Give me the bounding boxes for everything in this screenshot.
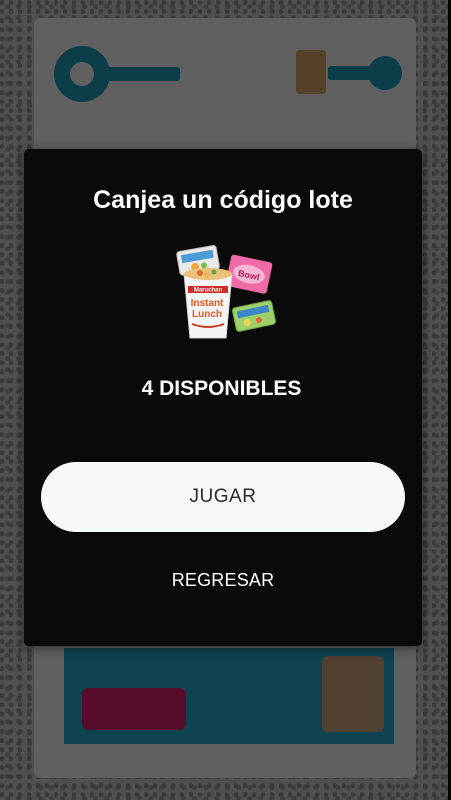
play-button[interactable]: JUGAR [41,462,405,532]
back-button[interactable]: REGRESAR [150,562,296,598]
modal-title: Canjea un código lote [93,186,353,214]
svg-text:Maruchan: Maruchan [194,288,223,294]
available-count: 4 DISPONIBLES [141,377,302,400]
instant-lunch-products-icon: Bowl Maruchan Instant Lunch [170,238,280,348]
svg-text:Lunch: Lunch [192,309,222,320]
svg-text:Instant: Instant [191,298,224,309]
